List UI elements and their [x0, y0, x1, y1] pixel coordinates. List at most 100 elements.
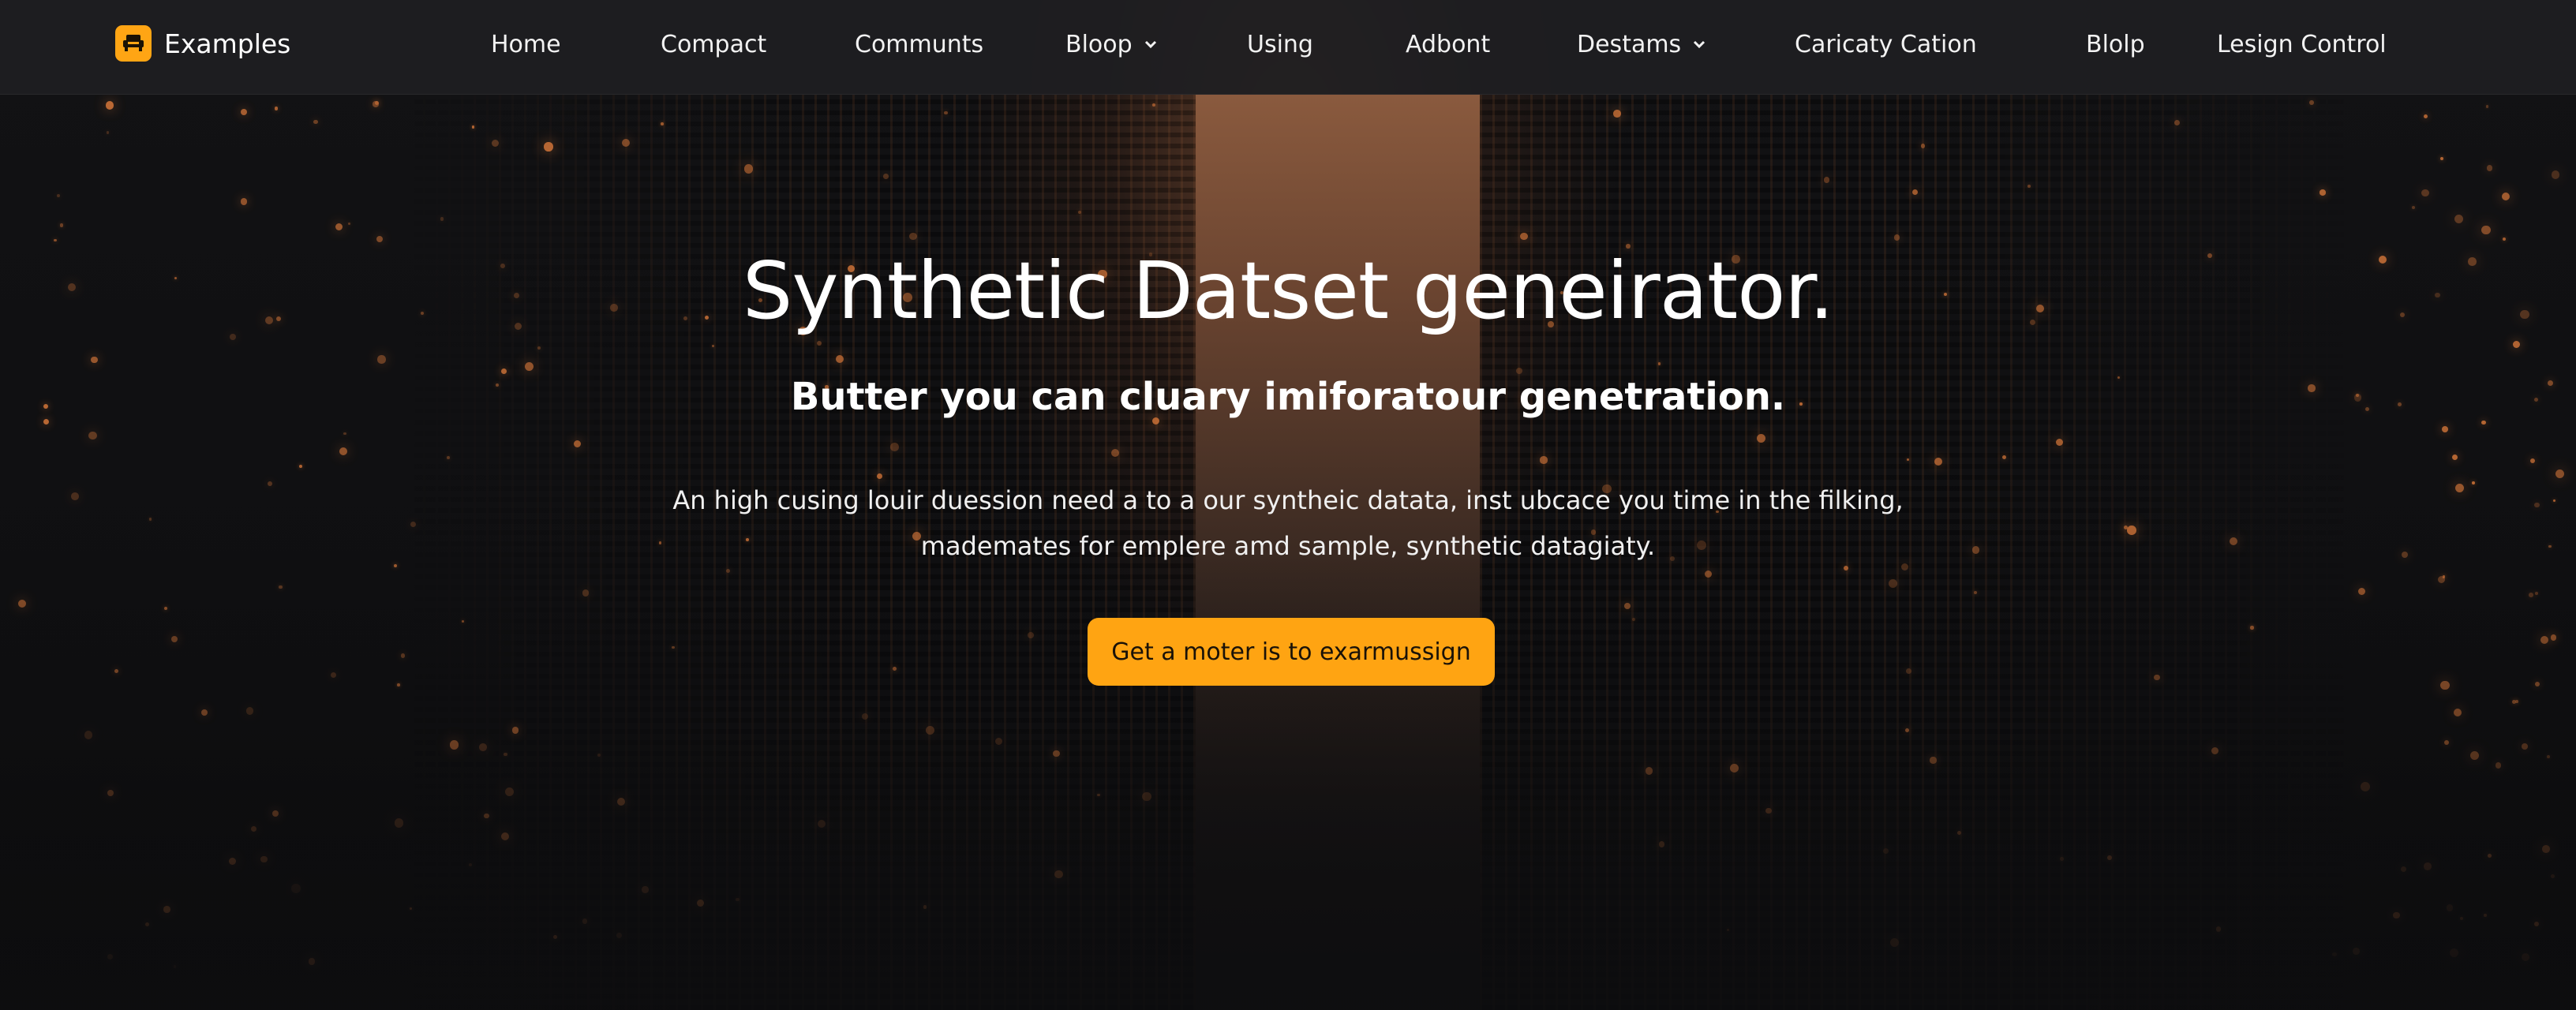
particle-dot [2001, 454, 2007, 460]
particle-dot [1823, 177, 1830, 184]
particle-dot [2055, 438, 2064, 447]
particle-dot [1934, 457, 1942, 466]
particle-dot [1110, 448, 1120, 458]
nav-label: Using [1247, 30, 1313, 58]
nav-label: Caricaty Cation [1795, 30, 1977, 58]
nav-label: Lesign Control [2217, 30, 2387, 58]
particle-dot [2534, 502, 2540, 507]
particle-dot [2486, 105, 2489, 108]
particle-dot [501, 368, 507, 374]
nav-label: Destams [1577, 30, 1682, 58]
particle-dot [2548, 544, 2552, 548]
particle-dot [299, 464, 303, 468]
particle-dot [944, 111, 948, 115]
particle-dot [2486, 165, 2493, 171]
particle-dot [240, 198, 248, 205]
particle-dot [240, 108, 247, 115]
particle-dot [471, 125, 475, 129]
particle-dot [373, 101, 379, 107]
particle-dot [105, 101, 114, 110]
chevron-down-icon [1144, 40, 1156, 49]
nav-item-destams[interactable]: Destams [1577, 24, 1706, 65]
cta-button[interactable]: Get a moter is to exarmussign [1088, 618, 1495, 686]
brand-link[interactable]: Examples [115, 25, 290, 62]
particle-dot [71, 492, 80, 500]
particle-dot [2230, 537, 2238, 545]
nav-item-lesign-control[interactable]: Lesign Control [2217, 24, 2387, 65]
particle-dot [835, 354, 844, 364]
particle-dot [883, 173, 889, 179]
particle-dot [91, 356, 99, 364]
particle-dot [2513, 340, 2521, 348]
nav-label: Bloop [1065, 30, 1133, 58]
particle-dot [410, 521, 417, 528]
nav-item-caricaty-cation[interactable]: Caricaty Cation [1795, 24, 1977, 65]
nav-item-adbont[interactable]: Adbont [1406, 24, 1490, 65]
particle-dot [2442, 425, 2449, 432]
nav-item-using[interactable]: Using [1247, 24, 1313, 65]
particle-dot [890, 443, 899, 451]
particle-dot [106, 131, 110, 134]
particle-dot [339, 447, 347, 455]
particle-dot [544, 142, 553, 152]
brand-name: Examples [164, 28, 291, 59]
particle-dot [53, 238, 57, 242]
sofa-icon [115, 25, 152, 62]
particle-dot [711, 345, 714, 348]
particle-dot [1520, 232, 1528, 241]
particle-dot [2481, 420, 2486, 425]
particle-dot [525, 361, 534, 371]
particle-dot [1658, 362, 1661, 365]
particle-dot [348, 222, 351, 226]
particle-dot [1920, 144, 1926, 148]
particle-dot [274, 107, 279, 110]
particle-dot [622, 139, 631, 148]
particle-dot [335, 223, 343, 230]
particle-dot [909, 232, 917, 240]
particle-dot [1756, 433, 1765, 443]
particle-dot [1907, 458, 1910, 462]
particle-dot [2127, 526, 2136, 535]
particle-dot [537, 346, 541, 350]
nav-label: Communts [855, 30, 984, 58]
particle-dot [491, 139, 499, 147]
nav-item-blolp[interactable]: Blolp [2086, 24, 2145, 65]
hero-description-line: mademates for emplere amd sample, synthe… [920, 531, 1656, 561]
particle-dot [2551, 170, 2560, 179]
hero-description-line: An high cusing louir duession need a to … [672, 485, 1904, 515]
particle-dot [1515, 367, 1523, 375]
particle-dot [88, 431, 97, 440]
nav-item-compact[interactable]: Compact [661, 24, 766, 65]
nav-label: Compact [661, 30, 767, 58]
nav-item-communts[interactable]: Communts [855, 24, 983, 65]
particle-dot [2472, 481, 2476, 485]
particle-dot [2439, 156, 2443, 160]
particle-dot [2412, 205, 2416, 210]
particle-dot [1540, 456, 1548, 464]
particle-dot [2481, 226, 2491, 235]
particle-dot [343, 432, 346, 436]
hero-subtitle: Butter you can cluary imiforatour genetr… [790, 375, 1786, 419]
particle-dot [446, 456, 450, 460]
hero-title: Synthetic Datset geneirator. [742, 245, 1834, 337]
particle-dot [2320, 189, 2326, 196]
particle-dot [313, 119, 318, 125]
particle-dot [148, 518, 152, 521]
particle-dot [2454, 215, 2464, 224]
nav-label: Home [491, 30, 561, 58]
particle-dot [43, 418, 50, 425]
particle-dot [1151, 103, 1155, 107]
landing-page: Examples Home Compact Communts Bloop Usi… [0, 0, 2576, 1010]
particle-dot [2555, 469, 2565, 479]
particle-dot [2421, 189, 2429, 197]
particle-dot [1077, 211, 1081, 215]
particle-dot [2027, 185, 2031, 189]
top-navbar: Examples Home Compact Communts Bloop Usi… [0, 0, 2576, 95]
particle-dot [2174, 119, 2181, 126]
chevron-down-icon [1694, 40, 1705, 49]
particle-dot [377, 355, 386, 364]
nav-item-bloop[interactable]: Bloop [1065, 24, 1158, 65]
nav-item-home[interactable]: Home [491, 24, 561, 65]
hero-description: An high cusing louir duession need a to … [657, 477, 1919, 569]
particle-dot [2308, 100, 2314, 105]
